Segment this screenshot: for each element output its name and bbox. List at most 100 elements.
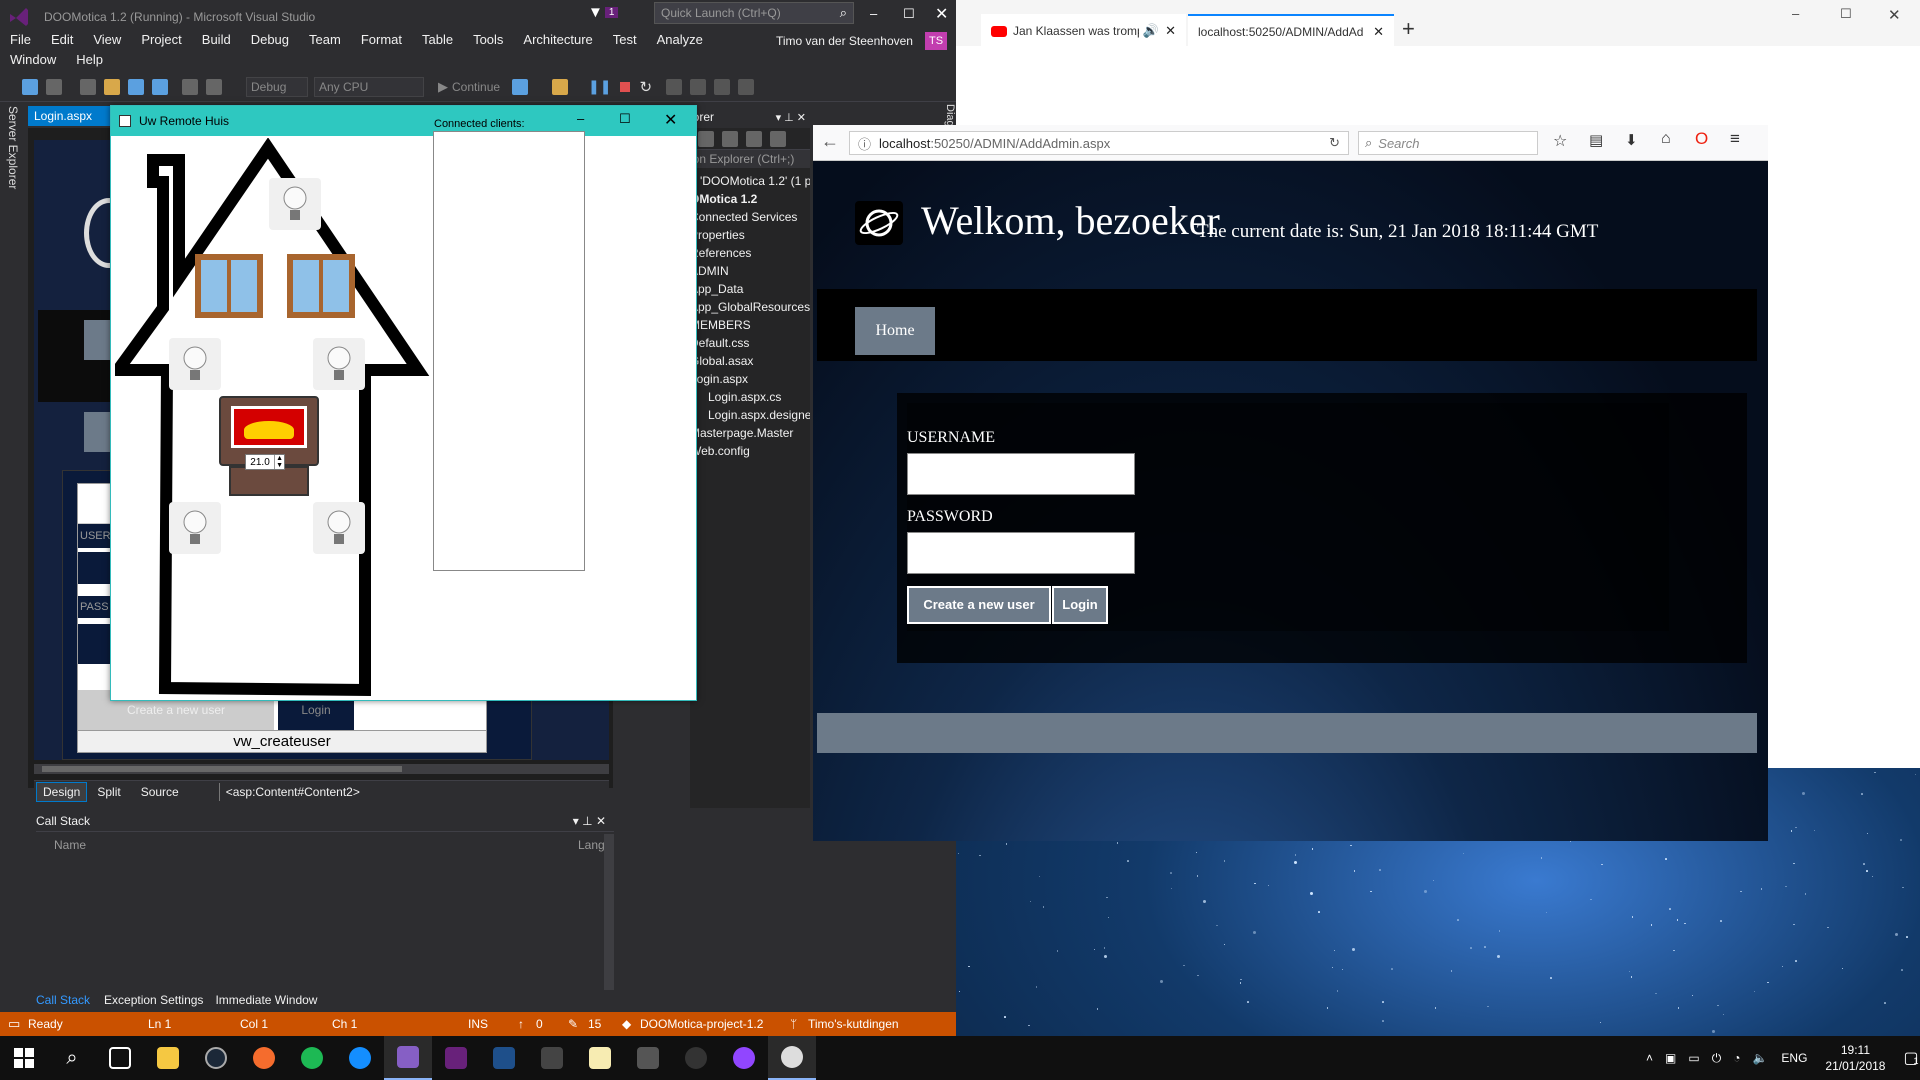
login-button[interactable]: Login bbox=[1052, 586, 1108, 624]
menu-edit[interactable]: Edit bbox=[41, 30, 83, 50]
action-center-button[interactable]: ▢ 1 bbox=[1903, 1048, 1918, 1068]
home-icon[interactable]: ⌂ bbox=[1661, 130, 1671, 148]
maximize-button[interactable]: ☐ bbox=[1840, 6, 1852, 22]
clock[interactable]: 19:11 21/01/2018 bbox=[1825, 1042, 1885, 1074]
menu-debug[interactable]: Debug bbox=[241, 30, 299, 50]
pause-icon[interactable]: ❚❚ bbox=[588, 78, 611, 95]
menu-architecture[interactable]: Architecture bbox=[513, 30, 602, 50]
menu-build[interactable]: Build bbox=[192, 30, 241, 50]
tree-solution[interactable]: n 'DOOMotica 1.2' (1 p bbox=[690, 172, 810, 190]
status-branch[interactable]: Timo's-kutdingen bbox=[808, 1017, 899, 1031]
menu-help[interactable]: Help bbox=[66, 50, 113, 70]
tree-web-config[interactable]: Web.config bbox=[690, 442, 810, 460]
reading-list-icon[interactable]: ▤ bbox=[1589, 131, 1603, 149]
tab-immediate-window[interactable]: Immediate Window bbox=[209, 993, 323, 1007]
minimize-button[interactable]: – bbox=[870, 6, 877, 21]
app4-taskbar-button[interactable] bbox=[576, 1036, 624, 1080]
status-changes[interactable]: 15 bbox=[588, 1017, 601, 1031]
language-indicator[interactable]: ENG bbox=[1781, 1051, 1807, 1065]
task-view-button[interactable] bbox=[96, 1036, 144, 1080]
connected-clients-list[interactable] bbox=[433, 131, 585, 571]
solution-explorer-search[interactable]: ion Explorer (Ctrl+;) bbox=[690, 150, 810, 168]
refresh-icon[interactable] bbox=[512, 78, 529, 95]
tree-properties[interactable]: Properties bbox=[690, 226, 810, 244]
power-icon[interactable]: ⏻ bbox=[1712, 1051, 1722, 1066]
stop-icon[interactable] bbox=[619, 81, 630, 92]
save-icon[interactable] bbox=[128, 78, 144, 95]
visual-studio-taskbar-button[interactable] bbox=[384, 1036, 432, 1080]
panel-pin-icon[interactable]: ▾ ⊥ ✕ bbox=[776, 111, 806, 124]
tab-call-stack[interactable]: Call Stack bbox=[28, 993, 98, 1007]
network-icon[interactable]: ◔ bbox=[1733, 1051, 1740, 1065]
tray-expand-icon[interactable]: ˄ bbox=[1646, 1051, 1653, 1065]
tree-masterpage[interactable]: Masterpage.Master bbox=[690, 424, 810, 442]
view-design-button[interactable]: Design bbox=[36, 781, 88, 802]
history-icon[interactable] bbox=[722, 130, 738, 147]
tree-members[interactable]: MEMBERS bbox=[690, 316, 810, 334]
url-bar[interactable]: ⓘ localhost :50250/ADMIN/AddAdmin.aspx ↻ bbox=[849, 131, 1349, 155]
tree-default-css[interactable]: Default.css bbox=[690, 334, 810, 352]
battlenet-button[interactable] bbox=[336, 1036, 384, 1080]
search-button[interactable]: ⌕ bbox=[48, 1036, 96, 1080]
file-explorer-button[interactable] bbox=[144, 1036, 192, 1080]
tree-global-asax[interactable]: Global.asax bbox=[690, 352, 810, 370]
maximize-button[interactable]: ☐ bbox=[619, 111, 631, 127]
download-icon[interactable]: ⬇ bbox=[1625, 131, 1638, 149]
open-folder-icon[interactable] bbox=[104, 78, 120, 95]
swap-icon[interactable] bbox=[746, 130, 762, 147]
server-explorer-tab[interactable]: Server Explorer bbox=[6, 106, 20, 189]
horizontal-scrollbar[interactable] bbox=[34, 764, 609, 774]
tree-admin[interactable]: ADMIN bbox=[690, 262, 810, 280]
create-user-button[interactable]: Create a new user bbox=[907, 586, 1051, 624]
minimize-button[interactable]: – bbox=[577, 111, 584, 126]
settings-icon[interactable] bbox=[770, 130, 786, 147]
light-bulb-left-2[interactable] bbox=[169, 502, 221, 554]
planet-logo-icon[interactable] bbox=[855, 201, 903, 245]
status-repo[interactable]: DOOMotica-project-1.2 bbox=[640, 1017, 763, 1031]
window-right[interactable] bbox=[287, 254, 355, 318]
tab-exception-settings[interactable]: Exception Settings bbox=[98, 993, 209, 1007]
save-all-icon[interactable] bbox=[152, 78, 168, 95]
back-icon[interactable]: ← bbox=[821, 131, 839, 152]
forward-icon[interactable] bbox=[46, 78, 62, 95]
close-button[interactable]: ✕ bbox=[664, 110, 677, 130]
menu-analyze[interactable]: Analyze bbox=[647, 30, 713, 50]
start-button[interactable] bbox=[0, 1036, 48, 1080]
thermostat-stepper[interactable]: 21.0 ▲ ▼ bbox=[245, 454, 285, 470]
user-avatar[interactable]: TS bbox=[925, 32, 947, 50]
bookmark-star-icon[interactable]: ☆ bbox=[1553, 131, 1567, 151]
tree-app-globalresources[interactable]: App_GlobalResources bbox=[690, 298, 810, 316]
battery-icon[interactable]: ▭ bbox=[1688, 1051, 1699, 1065]
step-into-icon[interactable] bbox=[690, 78, 707, 95]
menu-format[interactable]: Format bbox=[351, 30, 412, 50]
minimize-button[interactable]: – bbox=[1792, 6, 1799, 21]
info-icon[interactable]: ⓘ bbox=[858, 134, 871, 153]
menu-table[interactable]: Table bbox=[412, 30, 463, 50]
password-input[interactable] bbox=[907, 532, 1135, 574]
origin-button[interactable] bbox=[240, 1036, 288, 1080]
close-button[interactable]: ✕ bbox=[1888, 6, 1901, 24]
app7-taskbar-button[interactable] bbox=[720, 1036, 768, 1080]
back-icon[interactable] bbox=[22, 78, 38, 95]
app-taskbar-button[interactable] bbox=[432, 1036, 480, 1080]
step-out-icon[interactable] bbox=[738, 78, 755, 95]
app5-taskbar-button[interactable] bbox=[624, 1036, 672, 1080]
step-over-icon[interactable] bbox=[714, 78, 731, 95]
menu-icon[interactable]: ≡ bbox=[1730, 129, 1740, 149]
tree-login-aspx[interactable]: Login.aspx bbox=[690, 370, 810, 388]
close-button[interactable]: ✕ bbox=[935, 4, 948, 24]
undo-icon[interactable] bbox=[182, 78, 198, 95]
new-tab-button[interactable]: + bbox=[1402, 16, 1415, 42]
tree-connected-services[interactable]: Connected Services bbox=[690, 208, 810, 226]
browser-taskbar-button[interactable] bbox=[768, 1036, 816, 1080]
status-unpushed[interactable]: 0 bbox=[536, 1017, 543, 1031]
volume-icon[interactable]: 🔈 bbox=[1752, 1051, 1767, 1065]
steam-button[interactable] bbox=[192, 1036, 240, 1080]
tray-app-icon[interactable]: ▣ bbox=[1665, 1051, 1676, 1065]
menu-file[interactable]: File bbox=[0, 30, 41, 50]
tree-project[interactable]: OMotica 1.2 bbox=[690, 190, 810, 208]
tree-references[interactable]: References bbox=[690, 244, 810, 262]
username-input[interactable] bbox=[907, 453, 1135, 495]
call-stack-scrollbar[interactable] bbox=[604, 834, 614, 994]
user-name[interactable]: Timo van der Steenhoven bbox=[776, 34, 913, 48]
